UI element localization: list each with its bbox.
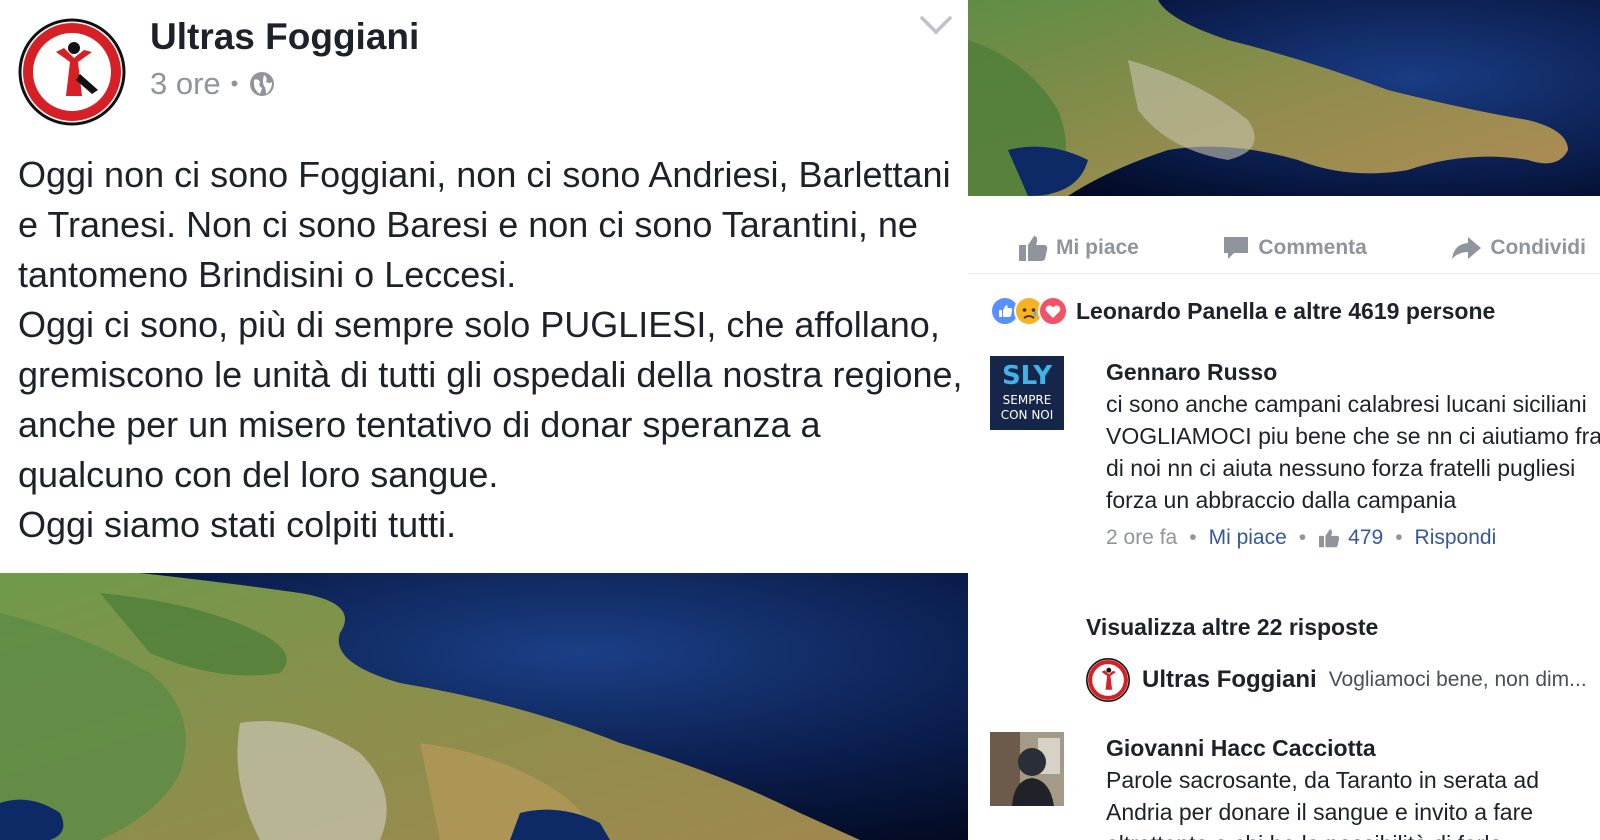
comment-body: Giovanni Hacc Cacciotta Parole sacrosant… (1106, 732, 1600, 840)
post-image-map[interactable] (0, 573, 968, 840)
post-panel: Ultras Foggiani 3 ore • Oggi non ci sono… (0, 0, 968, 840)
thumbs-up-icon (1019, 235, 1048, 261)
post-image-map-top[interactable] (968, 0, 1600, 196)
comment-body: Gennaro Russo ci sono anche campani cala… (1106, 356, 1600, 550)
reaction-icons (990, 296, 1068, 326)
post-paragraph: Oggi non ci sono Foggiani, non ci sono A… (18, 154, 951, 295)
page-avatar[interactable] (18, 18, 126, 126)
reply-author[interactable]: Ultras Foggiani (1142, 666, 1317, 694)
share-icon (1452, 236, 1482, 259)
comment-like-link[interactable]: Mi piace (1209, 526, 1287, 550)
commenter-name[interactable]: Giovanni Hacc Cacciotta (1106, 732, 1600, 764)
reactions-summary-text: Leonardo Panella e altre 4619 persone (1076, 297, 1496, 324)
reply-avatar[interactable] (1086, 658, 1130, 702)
meta-separator: • (1189, 526, 1197, 549)
meta-separator: • (1298, 526, 1307, 549)
comment-button[interactable]: Commenta (1222, 234, 1367, 262)
share-label: Condividi (1490, 235, 1586, 259)
comment-meta: 2 ore fa • Mi piace • 479 • Rispondi (1106, 526, 1600, 550)
avatar-logo-text: SEMPRE (1003, 393, 1052, 407)
post-paragraph: Oggi siamo stati colpiti tutti. (18, 504, 457, 545)
post-text: Oggi non ci sono Foggiani, non ci sono A… (18, 150, 963, 550)
meta-separator: • (1395, 526, 1403, 549)
like-count: 479 (1348, 526, 1384, 549)
reply-preview[interactable]: Ultras Foggiani Vogliamoci bene, non dim… (1086, 658, 1596, 702)
commenter-name[interactable]: Gennaro Russo (1106, 356, 1600, 388)
comment-text: Parole sacrosante, da Taranto in serata … (1106, 767, 1540, 840)
love-icon (1038, 296, 1068, 326)
post-actions: Mi piace Commenta Condividi (968, 222, 1600, 274)
page-name[interactable]: Ultras Foggiani (150, 16, 419, 58)
reactions-summary[interactable]: Leonardo Panella e altre 4619 persone (990, 296, 1495, 326)
comment-label: Commenta (1258, 235, 1367, 259)
avatar-logo-text: SLY (1002, 361, 1053, 391)
comment-icon (1224, 236, 1249, 259)
comment-text: ci sono anche campani calabresi lucani s… (1106, 391, 1600, 513)
thumbs-up-icon (1319, 529, 1340, 548)
like-button[interactable]: Mi piace (1018, 234, 1139, 262)
globe-icon (250, 72, 275, 96)
meta-separator: • (230, 71, 239, 96)
view-more-replies[interactable]: Visualizza altre 22 risposte (1086, 614, 1378, 641)
post-paragraph: Oggi ci sono, più di sempre solo PUGLIES… (18, 304, 963, 495)
reply-text: Vogliamoci bene, non dim... (1328, 668, 1587, 691)
comment-time[interactable]: 2 ore fa (1106, 526, 1177, 550)
avatar-logo-text: CON NOI (1001, 408, 1054, 422)
commenter-avatar[interactable]: SLY SEMPRE CON NOI (990, 356, 1064, 430)
post-time[interactable]: 3 ore (150, 66, 221, 102)
comments-panel: Mi piace Commenta Condividi Leonardo Pan… (968, 0, 1600, 840)
like-label: Mi piace (1056, 235, 1139, 259)
share-button[interactable]: Condividi (1450, 235, 1586, 261)
commenter-avatar[interactable] (990, 732, 1064, 806)
comment-like-count[interactable]: 479 (1318, 526, 1383, 550)
reply-link[interactable]: Rispondi (1415, 526, 1497, 550)
post-meta: 3 ore • (150, 66, 276, 102)
chevron-down-icon[interactable] (918, 12, 954, 38)
